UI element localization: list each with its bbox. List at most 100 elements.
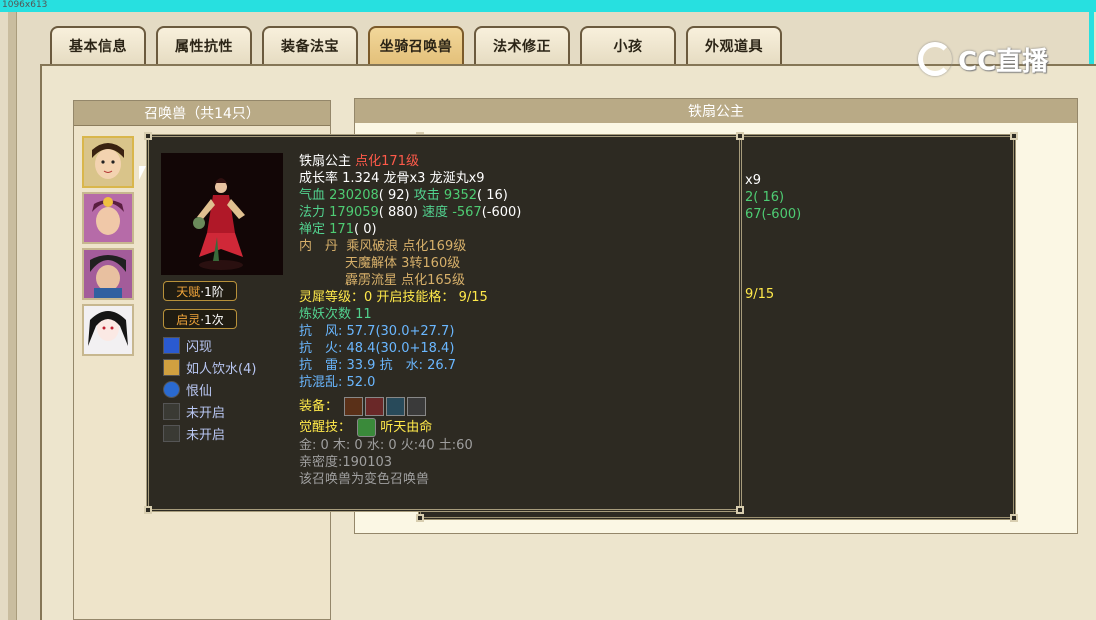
tab-spell-mod[interactable]: 法术修正 [474, 26, 570, 64]
elements-line: 金: 0 木: 0 水: 0 火:40 土:60 [299, 438, 473, 453]
tab-child[interactable]: 小孩 [580, 26, 676, 64]
skill-item[interactable]: 如人饮水(4) [163, 357, 256, 377]
stat-label: 禅定 [299, 222, 326, 237]
stat-label: 法力 [299, 205, 326, 220]
stat-extra: ( 16) [477, 188, 508, 203]
skill-label: 如人饮水(4) [186, 361, 257, 377]
skill-item[interactable]: 恨仙 [163, 379, 212, 399]
badge-value: ·1次 [200, 312, 224, 327]
behind-fragment: 9/15 [745, 287, 775, 302]
skill-item[interactable]: 未开启 [163, 423, 225, 443]
portrait-icon [84, 250, 132, 298]
frame-corner [144, 132, 152, 140]
mouse-cursor-icon [139, 166, 146, 180]
growth-line: 成长率 1.324 龙骨x3 龙涎丸x9 [299, 171, 485, 186]
stat-value: 171 [329, 222, 354, 237]
tab-label: 装备法宝 [281, 39, 339, 55]
skill-label: 恨仙 [186, 383, 213, 399]
tab-mount-summon[interactable]: 坐骑召唤兽 [368, 26, 464, 64]
frame-corner [736, 132, 744, 140]
summon-figure-icon [193, 178, 245, 270]
flash-skill-icon [163, 336, 180, 354]
stat-extra: ( 0) [353, 222, 377, 237]
color-note-line: 该召唤兽为变色召唤兽 [299, 472, 430, 487]
awaken-skill: 听天由命 [380, 420, 433, 435]
tab-label: 法术修正 [493, 39, 551, 55]
frame-corner [1010, 514, 1018, 522]
mp-spd-line: 法力 179059( 880) 速度 -567(-600) [299, 204, 521, 221]
behind-fragment: 2( 16) [745, 190, 785, 205]
portrait-icon [84, 194, 132, 242]
neidan-item: 乘风破浪 点化169级 [346, 239, 467, 254]
summon-list-title: 召唤兽（共14只） [74, 101, 330, 126]
badge-label: 启灵 [176, 312, 201, 327]
skill-item[interactable]: 未开启 [163, 401, 225, 421]
lingxi-label: 灵犀等级： [299, 290, 365, 305]
tab-label: 小孩 [613, 39, 643, 55]
lock-icon [163, 424, 180, 442]
stat-value: 230208 [329, 188, 379, 203]
logo-text: CC直播 [958, 46, 1049, 77]
tab-equipment[interactable]: 装备法宝 [262, 26, 358, 64]
stat-value: -567 [452, 205, 482, 220]
neidan-label: 内 丹 [299, 239, 339, 254]
behind-fragment: 67(-600) [745, 207, 802, 222]
equip-empty-icon[interactable] [407, 397, 427, 416]
equip-armor-icon[interactable] [365, 397, 385, 416]
equip-collar-icon[interactable] [344, 397, 364, 416]
ring-skill-icon [163, 380, 180, 398]
stat-value: 9352 [443, 188, 478, 203]
resist-chaos: 抗混乱: 52.0 [299, 375, 376, 390]
summon-avatar-2[interactable] [82, 192, 134, 244]
stat-label: 攻击 [413, 188, 440, 203]
left-strip [8, 12, 17, 620]
skill-item[interactable]: 闪现 [163, 335, 212, 355]
summon-name: 铁扇公主 [299, 154, 352, 169]
resist-thunder-water: 抗 雷: 33.9 抗 水: 26.7 [299, 358, 457, 373]
frame-corner [144, 506, 152, 514]
summon-avatar-1[interactable] [82, 136, 134, 188]
summon-tooltip: 天赋 ·1阶 启灵 ·1次 闪现 如人饮水(4) 恨仙 未开启 未开启 铁扇公主 点… [144, 132, 744, 514]
tab-attributes[interactable]: 属性抗性 [156, 26, 252, 64]
tab-label: 属性抗性 [175, 39, 233, 55]
equip-label: 装备： [299, 399, 339, 414]
skill-label: 未开启 [186, 427, 226, 443]
stat-value: 179059 [329, 205, 379, 220]
qiling-badge[interactable]: 启灵 ·1次 [163, 309, 237, 329]
lock-icon [163, 402, 180, 420]
tab-label: 基本信息 [69, 39, 127, 55]
dimension-text: 1096x613 [2, 0, 48, 10]
water-skill-icon [163, 358, 180, 376]
badge-value: ·1阶 [200, 284, 224, 299]
summon-avatar-3[interactable] [82, 248, 134, 300]
cc-live-logo: CC直播 [918, 36, 1068, 82]
talent-badge[interactable]: 天赋 ·1阶 [163, 281, 237, 301]
summon-avatar-4[interactable] [82, 304, 134, 356]
awaken-line: 觉醒技： 听天由命 [299, 418, 432, 437]
portrait-icon [84, 138, 132, 186]
badge-label: 天赋 [176, 284, 201, 299]
neidan-item: 天魔解体 3转160级 [345, 256, 461, 271]
behind-fragment: x9 [745, 173, 761, 188]
resist-fire: 抗 火: 48.4(30.0+18.4) [299, 341, 455, 356]
leaf-icon[interactable] [357, 418, 377, 437]
detail-title: 铁扇公主 [355, 99, 1077, 123]
stat-extra: ( 92) [378, 188, 410, 203]
lingxi-slots: 9/15 [458, 290, 488, 305]
frame-corner [1010, 132, 1018, 140]
cc-logo-icon [918, 42, 952, 76]
frame-corner [736, 506, 744, 514]
stat-label: 速度 [422, 205, 449, 220]
frame-corner [416, 514, 424, 522]
tab-appearance[interactable]: 外观道具 [686, 26, 782, 64]
stat-extra: (-600) [481, 205, 522, 220]
stat-label: 气血 [299, 188, 326, 203]
equip-line: 装备： [299, 397, 427, 416]
neidan-item: 霹雳流星 点化165级 [345, 273, 465, 288]
tab-basic-info[interactable]: 基本信息 [50, 26, 146, 64]
lingxi-line: 灵犀等级：0 开启技能格： 9/15 [299, 289, 488, 306]
equip-ring-icon[interactable] [386, 397, 406, 416]
zen-line: 禅定 171( 0) [299, 221, 377, 238]
skill-label: 未开启 [186, 405, 226, 421]
tab-label: 外观道具 [705, 39, 763, 55]
